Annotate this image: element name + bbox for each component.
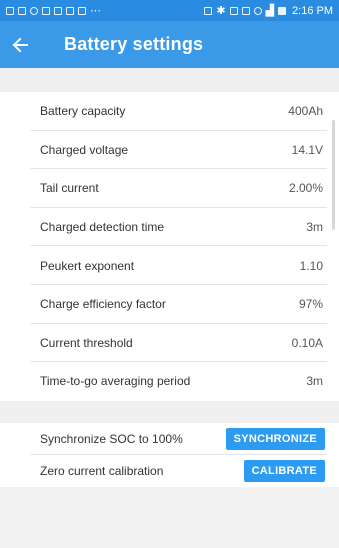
setting-row-charged-voltage[interactable]: Charged voltage 14.1V — [0, 131, 339, 170]
system-icons: ✱ ▟ 2:16 PM — [204, 4, 333, 17]
action-row-synchronize: Synchronize SOC to 100% SYNCHRONIZE — [0, 423, 339, 455]
bluetooth-icon: ✱ — [216, 5, 226, 17]
setting-label: Charge efficiency factor — [40, 297, 166, 312]
setting-value: 2.00% — [288, 181, 323, 196]
action-row-calibrate: Zero current calibration CALIBRATE — [0, 455, 339, 487]
setting-value: 3m — [306, 374, 323, 389]
setting-label: Charged detection time — [40, 220, 165, 235]
setting-value: 0.10A — [291, 335, 323, 350]
mail-icon — [18, 6, 26, 15]
signal-icon: ▟ — [265, 5, 275, 17]
setting-row-charge-efficiency-factor[interactable]: Charge efficiency factor 97% — [0, 285, 339, 324]
message-icon — [54, 6, 62, 15]
arrow-left-icon — [12, 37, 28, 52]
more-icon: ⋯ — [90, 5, 101, 17]
section-spacer — [0, 68, 339, 92]
setting-value: 14.1V — [291, 142, 323, 157]
calibrate-button[interactable]: CALIBRATE — [243, 460, 325, 482]
scrollbar[interactable] — [332, 120, 335, 230]
status-bar: ⋯ ✱ ▟ 2:16 PM — [0, 0, 339, 21]
setting-label: Peukert exponent — [40, 258, 135, 273]
setting-row-tail-current[interactable]: Tail current 2.00% — [0, 169, 339, 208]
lock-icon — [66, 6, 74, 15]
clock: 2:16 PM — [292, 4, 333, 17]
battery-icon — [278, 6, 287, 15]
app-icon — [30, 6, 38, 15]
settings-list: Battery capacity 400Ah Charged voltage 1… — [0, 92, 339, 401]
setting-row-current-threshold[interactable]: Current threshold 0.10A — [0, 324, 339, 363]
notification-area: ⋯ — [6, 4, 101, 17]
page-title: Battery settings — [64, 34, 204, 54]
setting-label: Battery capacity — [40, 104, 126, 119]
setting-label: Current threshold — [40, 335, 133, 350]
setting-label: Charged voltage — [40, 142, 129, 157]
action-label: Zero current calibration — [40, 464, 164, 478]
setting-row-battery-capacity[interactable]: Battery capacity 400Ah — [0, 92, 339, 131]
notification-icon — [6, 6, 14, 15]
setting-value: 97% — [298, 297, 323, 312]
setting-row-peukert-exponent[interactable]: Peukert exponent 1.10 — [0, 246, 339, 285]
synchronize-button[interactable]: SYNCHRONIZE — [225, 428, 325, 450]
action-label: Synchronize SOC to 100% — [40, 432, 183, 446]
section-spacer — [0, 401, 339, 423]
person-icon — [204, 6, 213, 15]
setting-value: 3m — [306, 220, 323, 235]
setting-value: 400Ah — [288, 104, 323, 119]
wifi-icon — [253, 6, 262, 15]
lock-icon — [78, 6, 86, 15]
setting-label: Tail current — [40, 181, 99, 196]
actions-list: Synchronize SOC to 100% SYNCHRONIZE Zero… — [0, 423, 339, 487]
image-icon — [42, 6, 50, 15]
setting-row-charged-detection-time[interactable]: Charged detection time 3m — [0, 208, 339, 247]
setting-value: 1.10 — [299, 258, 323, 273]
setting-label: Time-to-go averaging period — [40, 374, 191, 389]
nfc-icon — [229, 6, 238, 15]
setting-row-time-to-go-averaging-period[interactable]: Time-to-go averaging period 3m — [0, 362, 339, 401]
back-button[interactable] — [0, 21, 40, 68]
vibrate-icon — [241, 6, 250, 15]
app-bar: Battery settings — [0, 21, 339, 68]
